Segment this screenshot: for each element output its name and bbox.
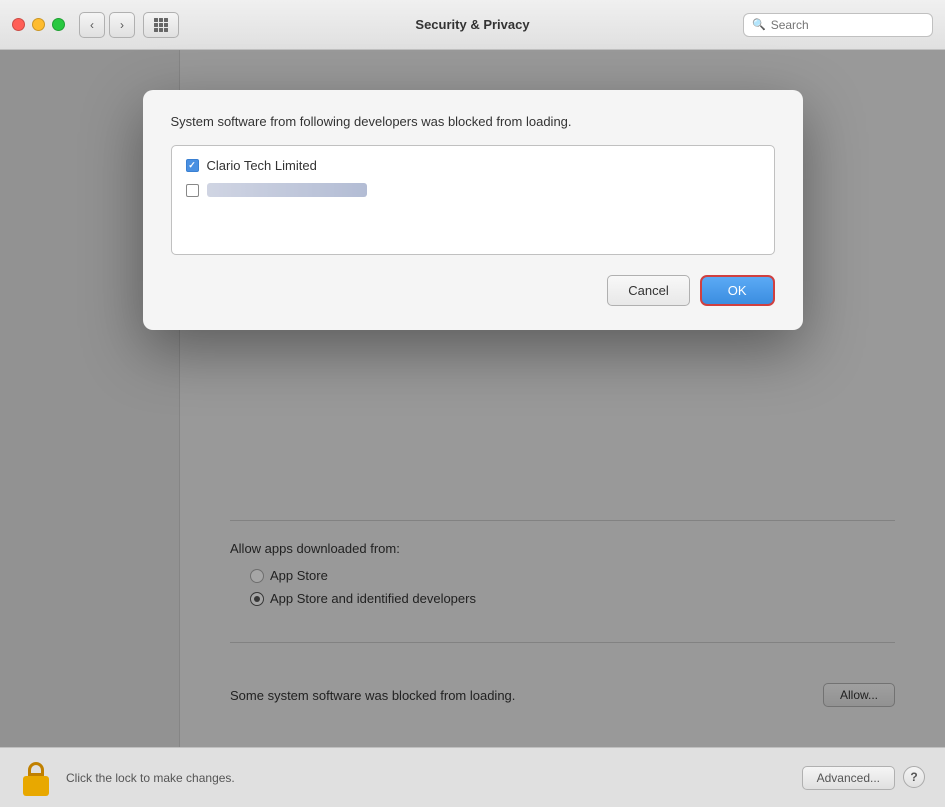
search-input[interactable] (771, 18, 924, 32)
cancel-button[interactable]: Cancel (607, 275, 689, 306)
ok-button[interactable]: OK (700, 275, 775, 306)
checkbox-2[interactable] (186, 184, 199, 197)
back-button[interactable]: ‹ (79, 12, 105, 38)
maximize-button[interactable] (52, 18, 65, 31)
bottom-bar: Click the lock to make changes. Advanced… (0, 747, 945, 807)
bottom-right-buttons: Advanced... ? (802, 766, 925, 790)
help-button[interactable]: ? (903, 766, 925, 788)
search-box[interactable]: 🔍 (743, 13, 933, 37)
checkmark-icon: ✓ (188, 160, 196, 171)
modal-title: System software from following developer… (171, 114, 775, 129)
grid-icon (154, 18, 168, 32)
nav-buttons: ‹ › (79, 12, 135, 38)
blurred-label (207, 183, 367, 197)
modal-list: ✓ Clario Tech Limited (171, 145, 775, 255)
traffic-lights (12, 18, 65, 31)
window-title: Security & Privacy (415, 17, 529, 32)
modal-buttons: Cancel OK (171, 275, 775, 306)
main-content: Allow apps downloaded from: App Store Ap… (0, 50, 945, 807)
lock-icon[interactable] (20, 760, 52, 796)
checkbox-1[interactable]: ✓ (186, 159, 199, 172)
lock-shackle (28, 762, 44, 776)
lock-body (23, 776, 49, 796)
modal-list-item-1[interactable]: ✓ Clario Tech Limited (186, 158, 760, 173)
minimize-button[interactable] (32, 18, 45, 31)
advanced-button[interactable]: Advanced... (802, 766, 895, 790)
grid-button[interactable] (143, 12, 179, 38)
modal-list-item-2[interactable] (186, 183, 760, 197)
search-icon: 🔍 (752, 18, 766, 31)
titlebar: ‹ › Security & Privacy 🔍 (0, 0, 945, 50)
forward-icon: › (120, 18, 124, 32)
back-icon: ‹ (90, 18, 94, 32)
modal-item-label-1: Clario Tech Limited (207, 158, 317, 173)
forward-button[interactable]: › (109, 12, 135, 38)
modal-overlay: System software from following developer… (0, 50, 945, 747)
modal-dialog: System software from following developer… (143, 90, 803, 330)
close-button[interactable] (12, 18, 25, 31)
lock-label: Click the lock to make changes. (66, 771, 235, 785)
